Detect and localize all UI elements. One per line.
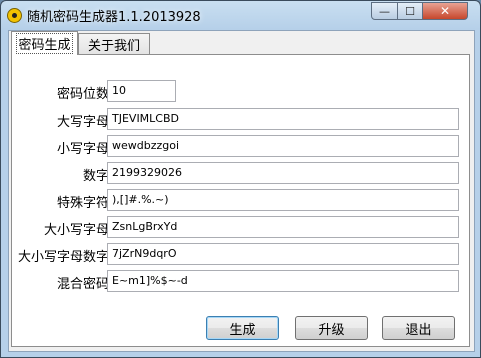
tab-panel: 密码位数 10 大写字母 TJEVIMLCBD 小写字母 wewdbzzgoi … <box>11 54 470 347</box>
special-chars-field[interactable]: ),[]#.%.~) <box>107 189 459 211</box>
minimize-button[interactable]: — <box>371 2 398 20</box>
minimize-icon: — <box>379 4 390 18</box>
uppercase-label: 大写字母 <box>56 115 109 130</box>
mixed-case-label: 大小写字母 <box>43 223 109 238</box>
length-input[interactable]: 10 <box>107 80 176 102</box>
window-title: 随机密码生成器1.1.2013928 <box>27 10 201 25</box>
maximize-button[interactable]: ☐ <box>397 2 423 20</box>
title-bar[interactable]: 随机密码生成器1.1.2013928 — ☐ ✕ <box>1 1 480 29</box>
upgrade-button[interactable]: 升级 <box>295 316 368 340</box>
close-icon: ✕ <box>439 4 451 18</box>
uppercase-field[interactable]: TJEVIMLCBD <box>107 108 459 130</box>
radiation-icon <box>7 8 22 23</box>
tab-about-us[interactable]: 关于我们 <box>78 33 150 55</box>
app-window: 随机密码生成器1.1.2013928 — ☐ ✕ 密码生成 关于我们 密码位数 … <box>0 0 481 358</box>
special-chars-label: 特殊字符 <box>56 196 109 211</box>
digits-label: 数字 <box>82 169 109 184</box>
tab-label: 关于我们 <box>87 39 140 54</box>
maximize-icon: ☐ <box>405 4 415 18</box>
tab-password-generate[interactable]: 密码生成 <box>11 31 78 55</box>
mixed-case-field[interactable]: ZsnLgBrxYd <box>107 216 459 238</box>
digits-field[interactable]: 2199329026 <box>107 162 459 184</box>
lowercase-label: 小写字母 <box>56 142 109 157</box>
mixed-password-label: 混合密码 <box>56 277 109 292</box>
lowercase-field[interactable]: wewdbzzgoi <box>107 135 459 157</box>
client-area: 密码生成 关于我们 密码位数 10 大写字母 TJEVIMLCBD 小写字母 w… <box>8 30 475 352</box>
tab-label: 密码生成 <box>16 33 73 54</box>
mixed-password-field[interactable]: E~m1]%$~-d <box>107 270 459 292</box>
mixed-case-digits-field[interactable]: 7jZrN9dqrO <box>107 243 459 265</box>
generate-button[interactable]: 生成 <box>206 316 279 340</box>
mixed-case-digits-label: 大小写字母数字 <box>17 250 109 265</box>
close-button[interactable]: ✕ <box>422 2 468 20</box>
exit-button[interactable]: 退出 <box>382 316 455 340</box>
length-label: 密码位数 <box>56 87 109 102</box>
